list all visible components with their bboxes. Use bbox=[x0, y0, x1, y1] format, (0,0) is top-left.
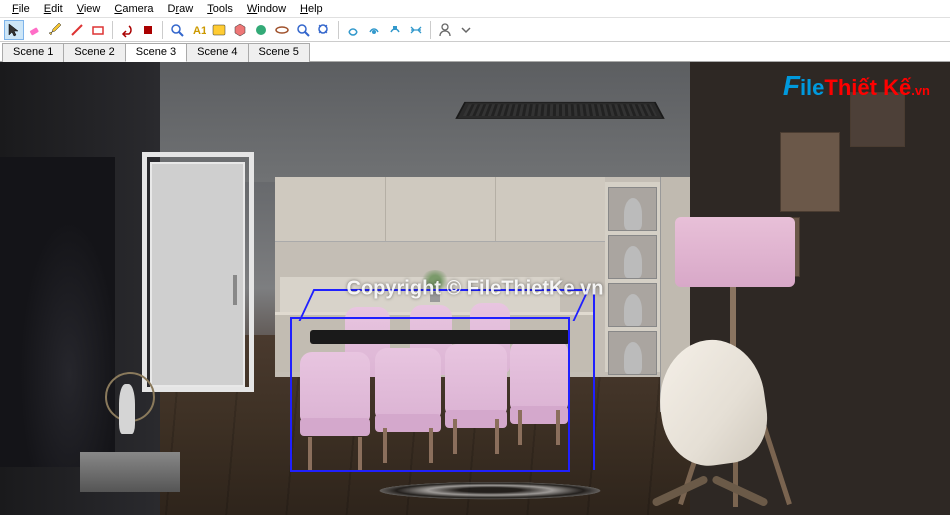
scene-floor-lamp bbox=[675, 217, 795, 287]
svg-text:A1: A1 bbox=[193, 25, 206, 37]
selection-bounding-box bbox=[290, 317, 570, 472]
paint-tool-icon[interactable] bbox=[251, 20, 271, 40]
dropdown-icon[interactable] bbox=[456, 20, 476, 40]
scene-door bbox=[150, 162, 245, 387]
menu-edit[interactable]: Edit bbox=[38, 2, 69, 16]
redo-icon[interactable] bbox=[138, 20, 158, 40]
layer-a-icon[interactable] bbox=[364, 20, 384, 40]
model-viewport[interactable]: FileThiết Kế.vn Copyright © FileThietKe.… bbox=[0, 62, 950, 515]
scene-tabs: Scene 1 Scene 2 Scene 3 Scene 4 Scene 5 bbox=[0, 42, 950, 62]
dimension-tool-icon[interactable] bbox=[209, 20, 229, 40]
scene-tab-4[interactable]: Scene 4 bbox=[186, 43, 248, 62]
select-tool-icon[interactable] bbox=[4, 20, 24, 40]
text-tool-icon[interactable]: A1 bbox=[188, 20, 208, 40]
watermark-logo: FileThiết Kế.vn bbox=[783, 70, 930, 102]
zoom-icon[interactable] bbox=[167, 20, 187, 40]
menu-view[interactable]: View bbox=[71, 2, 107, 16]
zoom-extents-icon[interactable] bbox=[314, 20, 334, 40]
undo-icon[interactable] bbox=[117, 20, 137, 40]
scene-upper-cabinets bbox=[275, 177, 605, 242]
watermark-text: Copyright © FileThietKe.vn bbox=[347, 277, 604, 300]
menu-file[interactable]: FFileile bbox=[6, 2, 36, 16]
layer-c-icon[interactable] bbox=[406, 20, 426, 40]
pencil-tool-icon[interactable] bbox=[46, 20, 66, 40]
eraser-tool-icon[interactable] bbox=[25, 20, 45, 40]
component-tool-icon[interactable] bbox=[230, 20, 250, 40]
user-icon[interactable] bbox=[435, 20, 455, 40]
menu-camera[interactable]: Camera bbox=[108, 2, 159, 16]
scene-tab-1[interactable]: Scene 1 bbox=[2, 43, 64, 62]
section-icon[interactable] bbox=[343, 20, 363, 40]
scene-marble-panel bbox=[0, 157, 115, 467]
scene-tab-3[interactable]: Scene 3 bbox=[125, 43, 187, 62]
menu-draw[interactable]: Draw bbox=[162, 2, 200, 16]
layer-b-icon[interactable] bbox=[385, 20, 405, 40]
menu-window[interactable]: Window bbox=[241, 2, 292, 16]
main-toolbar: A1 bbox=[0, 18, 950, 42]
scene-tab-2[interactable]: Scene 2 bbox=[63, 43, 125, 62]
zoom2-icon[interactable] bbox=[293, 20, 313, 40]
scene-figurine bbox=[105, 372, 145, 452]
menu-bar: FFileile Edit View Camera Draw Tools Win… bbox=[0, 0, 950, 18]
scene-tab-5[interactable]: Scene 5 bbox=[248, 43, 310, 62]
scene-pedestal bbox=[80, 452, 180, 492]
shape-tool-icon[interactable] bbox=[88, 20, 108, 40]
menu-help[interactable]: Help bbox=[294, 2, 329, 16]
menu-tools[interactable]: Tools bbox=[201, 2, 239, 16]
scene-lounge-chair bbox=[630, 340, 790, 500]
scene-ac-unit bbox=[455, 102, 664, 119]
line-tool-icon[interactable] bbox=[67, 20, 87, 40]
orbit-tool-icon[interactable] bbox=[272, 20, 292, 40]
